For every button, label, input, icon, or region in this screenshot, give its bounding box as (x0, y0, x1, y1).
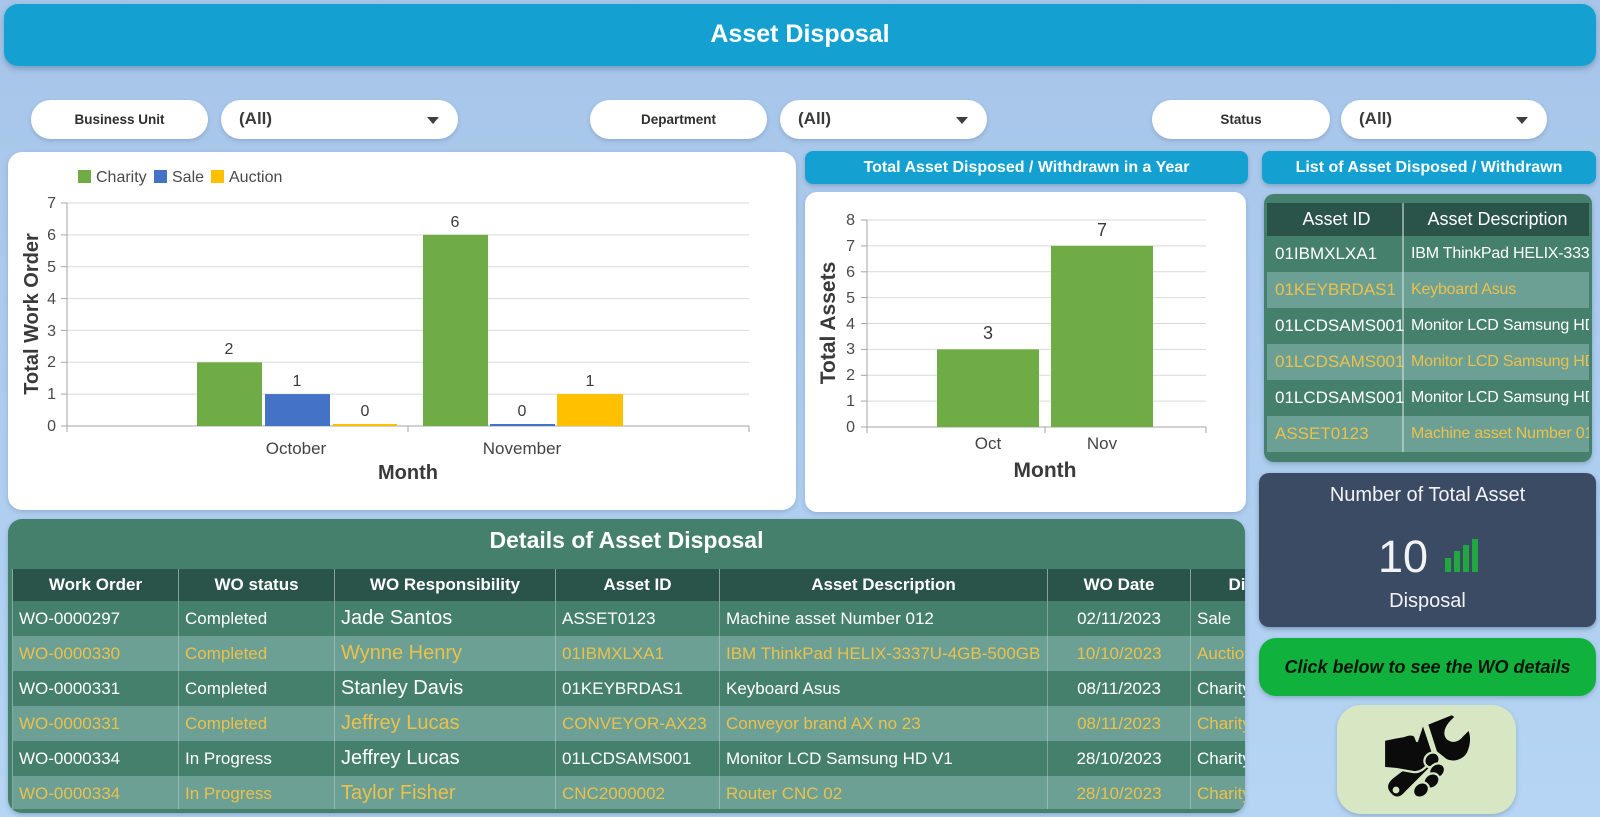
svg-text:2: 2 (47, 354, 56, 371)
svg-text:Auction: Auction (229, 169, 282, 186)
svg-text:Sale: Sale (172, 169, 204, 186)
svg-text:0: 0 (518, 403, 527, 420)
svg-text:1: 1 (846, 393, 855, 410)
svg-text:2: 2 (846, 367, 855, 384)
svg-text:6: 6 (451, 214, 460, 231)
svg-text:3: 3 (47, 323, 56, 340)
svg-text:Charity: Charity (96, 169, 147, 186)
svg-text:5: 5 (47, 259, 56, 276)
svg-text:7: 7 (1097, 220, 1107, 240)
svg-text:7: 7 (47, 195, 56, 212)
svg-text:0: 0 (846, 419, 855, 436)
svg-text:Nov: Nov (1087, 434, 1118, 453)
svg-text:5: 5 (846, 290, 855, 307)
svg-text:6: 6 (47, 227, 56, 244)
svg-text:7: 7 (846, 238, 855, 255)
svg-text:Total Assets: Total Assets (817, 262, 840, 385)
svg-text:4: 4 (47, 291, 56, 308)
svg-text:2: 2 (225, 341, 234, 358)
svg-text:October: October (266, 439, 327, 458)
svg-text:0: 0 (361, 403, 370, 420)
svg-text:8: 8 (846, 212, 855, 229)
svg-text:1: 1 (586, 373, 595, 390)
svg-text:1: 1 (293, 373, 302, 390)
svg-text:Total Work Order: Total Work Order (21, 233, 43, 395)
svg-text:Month: Month (378, 462, 438, 484)
svg-text:0: 0 (47, 418, 56, 435)
svg-text:3: 3 (846, 341, 855, 358)
svg-text:Month: Month (1014, 459, 1077, 482)
svg-text:3: 3 (983, 323, 993, 343)
svg-text:6: 6 (846, 264, 855, 281)
svg-text:4: 4 (846, 316, 855, 333)
svg-text:1: 1 (47, 386, 56, 403)
svg-text:Oct: Oct (975, 434, 1002, 453)
svg-text:November: November (483, 439, 562, 458)
